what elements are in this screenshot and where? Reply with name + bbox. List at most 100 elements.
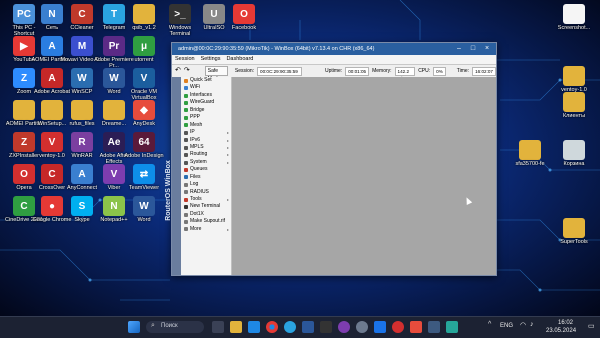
desktop-icon[interactable]: O Facebook <box>222 4 266 31</box>
maximize-icon[interactable]: □ <box>466 43 480 55</box>
submenu-arrow-icon: ▸ <box>226 159 229 165</box>
sidebar-item[interactable]: Files <box>181 174 231 181</box>
explorer-icon[interactable] <box>230 321 242 333</box>
sidebar-item[interactable]: WireGuard <box>181 99 231 106</box>
window-titlebar[interactable]: admin@00:0C:29:90:35:59 (MikroTik) - Win… <box>172 43 496 55</box>
uptime-field: 00:01:05 <box>345 66 370 76</box>
photos-icon[interactable] <box>374 321 386 333</box>
sidebar-item[interactable]: Log <box>181 181 231 188</box>
sidebar-item[interactable]: System ▸ <box>181 159 231 166</box>
winbox-icon[interactable] <box>428 321 440 333</box>
desktop-app-icon <box>563 66 585 86</box>
workspace-area[interactable] <box>232 77 496 275</box>
menu-session[interactable]: Session <box>175 55 195 64</box>
desktop-app-icon <box>563 4 585 24</box>
sidebar-item[interactable]: Routing ▸ <box>181 151 231 158</box>
desktop-icon[interactable]: Клиенты <box>552 92 596 119</box>
desktop-icon[interactable]: ventoy-1.0 <box>552 66 596 93</box>
menu-item-icon <box>184 190 188 195</box>
sidebar-item[interactable]: Quick Set <box>181 77 231 84</box>
anydesk-icon[interactable] <box>410 321 422 333</box>
desktop-icon[interactable]: Screenshot... <box>552 4 596 31</box>
sidebar-item-label: MPLS <box>190 143 204 150</box>
time-label: Time: <box>456 68 470 74</box>
sidebar-item[interactable]: Make Supout.rif <box>181 218 231 225</box>
safe-mode-button[interactable]: Safe Mode <box>204 66 228 82</box>
menu-settings[interactable]: Settings <box>201 55 221 64</box>
sidebar-item-label: Make Supout.rif <box>190 218 226 225</box>
desktop-icon[interactable]: Корзина <box>552 140 596 167</box>
desktop-icon[interactable]: ◆ AnyDesk <box>122 100 166 127</box>
sidebar-item[interactable]: Bridge <box>181 107 231 114</box>
taskview-icon[interactable] <box>212 321 224 333</box>
opera-icon[interactable] <box>392 321 404 333</box>
winbox-main: RouterOS WinBox Quick Set WiFi Interfaces W… <box>165 77 496 275</box>
desktop-icon[interactable]: 64 Adobe InDesign <box>122 132 166 159</box>
side-caption-bar: RouterOS WinBox <box>165 77 181 275</box>
sidebar-item-label: Tools <box>190 196 202 202</box>
sidebar-item[interactable]: RADIUS <box>181 189 231 196</box>
settings-icon[interactable] <box>356 321 368 333</box>
desktop-app-icon: M <box>71 36 93 56</box>
redo-icon[interactable]: ↷ <box>184 65 190 77</box>
sidebar-item[interactable]: PPP <box>181 114 231 121</box>
app-icon[interactable] <box>446 321 458 333</box>
desktop-icon-label: utorrent <box>134 57 154 63</box>
desktop-app-icon: C <box>71 4 93 24</box>
sidebar-item[interactable]: IP ▸ <box>181 129 231 136</box>
close-icon[interactable]: × <box>480 43 494 55</box>
taskbar: ⌕ Поиск ^ ENG ◠ ♪ 16:02 23.05.2024 ▭ <box>0 316 600 338</box>
desktop-app-icon: O <box>233 4 255 24</box>
session-field: 00:0C:29:90:35:59 <box>257 66 302 76</box>
telegram-icon[interactable] <box>284 321 296 333</box>
sidebar-item-label: WiFi <box>190 84 200 91</box>
menu-item-icon <box>184 212 188 217</box>
menu-item-icon <box>184 167 188 172</box>
desktop-icon[interactable]: V Oracle VM VirtualBox <box>122 68 166 101</box>
volume-icon[interactable]: ♪ <box>530 321 534 328</box>
desktop-icon-label: TeamViewer <box>128 185 160 191</box>
chrome-icon[interactable] <box>266 321 278 333</box>
session-label: Session: <box>234 68 255 74</box>
desktop-icon-label: Adobe InDesign <box>124 153 164 159</box>
search-box[interactable]: ⌕ Поиск <box>146 321 204 333</box>
undo-icon[interactable]: ↶ <box>175 65 181 77</box>
menu-item-icon <box>184 220 188 225</box>
word-icon[interactable] <box>302 321 314 333</box>
edge-icon[interactable] <box>248 321 260 333</box>
desktop-icon[interactable]: μ utorrent <box>122 36 166 63</box>
desktop-icon[interactable]: W Word <box>122 196 166 223</box>
sidebar-item[interactable]: IPv6 ▸ <box>181 137 231 144</box>
search-placeholder: Поиск <box>161 323 178 329</box>
sidebar-item[interactable]: WiFi <box>181 84 231 91</box>
language-indicator[interactable]: ENG <box>500 323 513 329</box>
sidebar-item[interactable]: Dot1X <box>181 211 231 218</box>
desktop-icon[interactable]: sfa35700-fe <box>508 140 552 167</box>
terminal-icon[interactable] <box>320 321 332 333</box>
sidebar-item-label: Routing <box>190 151 208 158</box>
menu-item-icon <box>184 138 188 143</box>
clock-date[interactable]: 23.05.2024 <box>546 328 576 334</box>
start-icon[interactable] <box>128 321 140 333</box>
menu-dashboard[interactable]: Dashboard <box>226 55 253 64</box>
notification-icon[interactable]: ▭ <box>588 322 595 330</box>
desktop-icon[interactable]: ⇄ TeamViewer <box>122 164 166 191</box>
sidebar-item[interactable]: More ▸ <box>181 226 231 233</box>
menu-item-icon <box>184 182 188 187</box>
wifi-icon[interactable]: ◠ <box>520 321 526 329</box>
clock-time[interactable]: 16:02 <box>558 320 573 326</box>
viber-icon[interactable] <box>338 321 350 333</box>
menu-item-icon <box>184 197 188 202</box>
desktop-icon-label: AnyDesk <box>132 121 155 127</box>
sidebar-item[interactable]: New Terminal <box>181 203 231 210</box>
desktop-icon[interactable]: SuperTools <box>552 218 596 245</box>
minimize-icon[interactable]: – <box>452 43 466 55</box>
sidebar-item[interactable]: Queues <box>181 166 231 173</box>
desktop-icon-label: Корзина <box>563 161 585 167</box>
sidebar-item[interactable]: MPLS ▸ <box>181 144 231 151</box>
sidebar-item-label: IPv6 <box>190 136 201 143</box>
sidebar-item[interactable]: Tools ▸ <box>181 196 231 203</box>
tray-chevron-icon[interactable]: ^ <box>488 321 491 328</box>
sidebar-item[interactable]: Mesh <box>181 122 231 129</box>
sidebar-item[interactable]: Interfaces <box>181 92 231 99</box>
